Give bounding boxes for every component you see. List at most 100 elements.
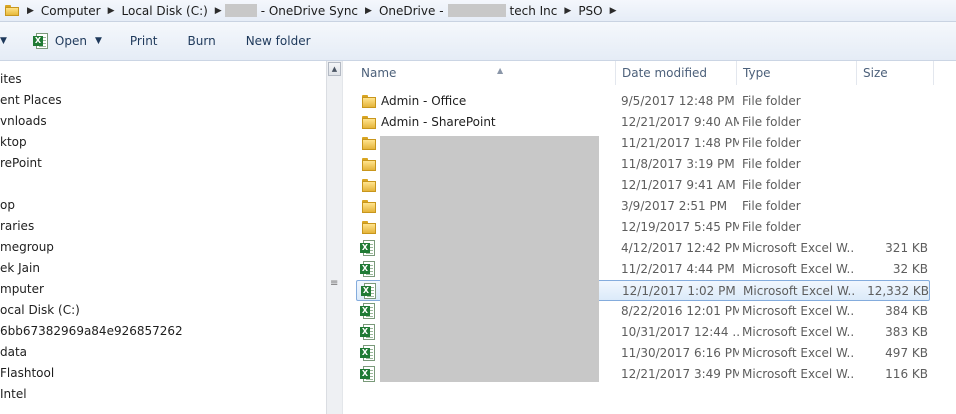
file-date-modified: 12/19/2017 5:45 PM: [621, 220, 739, 234]
folder-icon: [362, 157, 376, 171]
column-type-label: Type: [743, 66, 771, 80]
scrollbar-grip-icon[interactable]: ≡: [330, 279, 338, 289]
column-header-type[interactable]: Type: [743, 61, 853, 85]
nav-item-libraries[interactable]: raries: [0, 216, 34, 236]
print-label: Print: [129, 34, 158, 48]
excel-icon: X: [360, 240, 376, 256]
column-divider[interactable]: [856, 61, 857, 85]
chevron-right-icon[interactable]: ▶: [607, 6, 620, 16]
column-size-label: Size: [863, 66, 888, 80]
file-name: Admin - SharePoint: [381, 115, 496, 129]
nav-item-user[interactable]: ek Jain: [0, 258, 40, 278]
breadcrumb-onedrive-sync[interactable]: - OneDrive Sync: [257, 4, 362, 18]
file-size: 383 KB: [885, 325, 928, 339]
command-toolbar: ▼ X Open ▼ Print Burn New folder: [0, 22, 956, 61]
excel-icon: X: [360, 345, 376, 361]
nav-item-computer[interactable]: mputer: [0, 279, 44, 299]
excel-icon: X: [360, 303, 376, 319]
folder-icon: [5, 5, 19, 16]
chevron-right-icon[interactable]: ▶: [105, 6, 118, 16]
file-date-modified: 12/21/2017 9:40 AM: [621, 115, 739, 129]
file-name: Admin - Office: [381, 94, 467, 108]
file-type: File folder: [742, 94, 801, 108]
chevron-right-icon[interactable]: ▶: [362, 6, 375, 16]
breadcrumb-computer[interactable]: Computer: [37, 4, 105, 18]
column-divider[interactable]: [615, 61, 616, 85]
file-date-modified: 4/12/2017 12:42 PM: [621, 241, 739, 255]
file-row[interactable]: Admin - SharePoint 12/21/2017 9:40 AM File…: [356, 112, 930, 133]
column-header-name[interactable]: Name ▲: [361, 61, 611, 85]
file-date-modified: 12/1/2017 9:41 AM: [621, 178, 736, 192]
file-date-modified: 11/21/2017 1:48 PM: [621, 136, 739, 150]
file-type: Microsoft Excel W...: [743, 284, 855, 298]
excel-icon: X: [360, 324, 376, 340]
chevron-right-icon[interactable]: ▶: [561, 6, 574, 16]
chevron-right-icon[interactable]: ▶: [24, 6, 37, 16]
file-date-modified: 11/8/2017 3:19 PM: [621, 157, 735, 171]
file-size: [856, 217, 928, 238]
file-list: Name ▲ Date modified Type Size Admin - O…: [346, 61, 956, 414]
excel-icon: X: [360, 261, 376, 277]
file-type: Microsoft Excel W...: [742, 367, 854, 381]
nav-item-hash-folder[interactable]: 6bb67382969a84e926857262: [0, 321, 183, 341]
folder-icon: [362, 199, 376, 213]
file-row[interactable]: Admin - Office 9/5/2017 12:48 PM File fold…: [356, 91, 930, 112]
file-date-modified: 3/9/2017 2:51 PM: [621, 199, 728, 213]
file-date-modified: 12/21/2017 3:49 PM: [621, 367, 739, 381]
folder-icon: [362, 94, 376, 108]
file-type: Microsoft Excel W...: [742, 346, 854, 360]
nav-item-downloads[interactable]: vnloads: [0, 111, 47, 131]
sort-ascending-icon: ▲: [497, 66, 504, 75]
column-header-date-modified[interactable]: Date modified: [622, 61, 734, 85]
column-divider[interactable]: [933, 61, 934, 85]
breadcrumb-pso[interactable]: PSO: [574, 4, 606, 18]
redacted-text: [224, 4, 257, 17]
excel-icon: X: [32, 33, 49, 49]
chevron-down-icon[interactable]: ▼: [95, 36, 102, 46]
column-name-label: Name: [361, 66, 397, 80]
column-header-size[interactable]: Size: [863, 61, 933, 85]
scroll-up-arrow-icon[interactable]: ▲: [328, 62, 341, 76]
open-label: Open: [54, 34, 87, 48]
new-folder-button[interactable]: New folder: [228, 29, 323, 53]
nav-item-local-disk[interactable]: ocal Disk (C:): [0, 300, 80, 320]
burn-button[interactable]: Burn: [170, 29, 228, 53]
file-size: 384 KB: [885, 304, 928, 318]
file-date-modified: 9/5/2017 12:48 PM: [621, 94, 735, 108]
nav-item-flashtool[interactable]: Flashtool: [0, 363, 54, 383]
chevron-right-icon[interactable]: ▶: [212, 6, 225, 16]
nav-item-intel[interactable]: Intel: [0, 384, 27, 404]
nav-item-sharepoint[interactable]: rePoint: [0, 153, 42, 173]
file-size: [856, 133, 928, 154]
file-type: File folder: [742, 115, 801, 129]
file-size: 12,332 KB: [867, 284, 929, 298]
nav-item-data[interactable]: data: [0, 342, 27, 362]
file-size: [856, 91, 928, 112]
print-button[interactable]: Print: [114, 29, 170, 53]
breadcrumb-company[interactable]: tech Inc: [506, 4, 562, 18]
folder-icon: [362, 115, 376, 129]
nav-item-favorites[interactable]: ites: [0, 69, 22, 89]
nav-item-desktop-2[interactable]: op: [0, 195, 15, 215]
file-date-modified: 10/31/2017 12:44 ...: [621, 325, 739, 339]
folder-icon: [362, 178, 376, 192]
file-type: Microsoft Excel W...: [742, 241, 854, 255]
nav-scrollbar[interactable]: ▲ ≡: [326, 61, 343, 414]
column-divider[interactable]: [736, 61, 737, 85]
excel-icon: X: [360, 366, 376, 382]
nav-item-homegroup[interactable]: megroup: [0, 237, 54, 257]
open-button[interactable]: X Open ▼: [21, 29, 114, 53]
nav-item-desktop[interactable]: ktop: [0, 132, 27, 152]
file-type: File folder: [742, 178, 801, 192]
file-size: [856, 154, 928, 175]
breadcrumb-onedrive[interactable]: OneDrive -: [375, 4, 448, 18]
file-size: 32 KB: [892, 262, 928, 276]
file-size: [856, 196, 928, 217]
address-bar[interactable]: ▶ Computer ▶ Local Disk (C:) ▶ - OneDriv…: [0, 0, 956, 22]
nav-item-recent-places[interactable]: ent Places: [0, 90, 62, 110]
navigation-pane: ites ent Places vnloads ktop rePoint op …: [0, 61, 326, 414]
file-type: Microsoft Excel W...: [742, 325, 854, 339]
folder-icon: [362, 136, 376, 150]
breadcrumb-local-disk[interactable]: Local Disk (C:): [118, 4, 212, 18]
chevron-down-icon[interactable]: ▼: [0, 36, 7, 46]
